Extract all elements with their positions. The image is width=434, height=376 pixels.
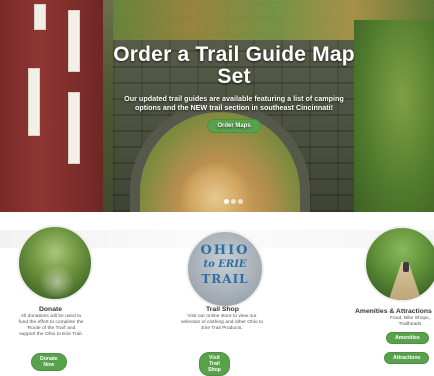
donate-description: All donations will be used to fund the e… xyxy=(18,314,84,337)
visit-trail-shop-button[interactable]: Visit Trail Shop xyxy=(199,352,230,376)
red-building-image xyxy=(0,0,103,212)
hero-subtitle: Our updated trail guides are available f… xyxy=(124,94,344,112)
logo-line: OHIO xyxy=(200,243,250,258)
trail-shop-description: Visit our online store to view our selec… xyxy=(180,314,264,331)
donate-photo xyxy=(17,225,93,301)
donate-now-button[interactable]: Donate Now xyxy=(31,353,67,371)
carousel-dot[interactable] xyxy=(238,199,243,204)
amenities-description: Food, Bike Shops, Trailheads xyxy=(390,316,430,327)
building-window xyxy=(28,68,40,136)
trail-shop-title: Trail Shop xyxy=(206,306,239,313)
amenities-button[interactable]: Amenities xyxy=(386,332,429,344)
logo-line: to ERIE xyxy=(203,259,247,270)
hero-banner: Order a Trail Guide Map Set Our updated … xyxy=(0,0,434,212)
hero-title: Order a Trail Guide Map Set xyxy=(113,43,355,88)
building-window xyxy=(34,4,46,30)
carousel-dots xyxy=(224,199,248,205)
logo-line: TRAIL xyxy=(201,272,249,286)
feature-strip: Donate All donations will be used to fun… xyxy=(0,212,434,376)
foliage-image xyxy=(354,20,434,212)
ohio-to-erie-trail-logo: OHIO to ERIE TRAIL xyxy=(186,230,264,308)
carousel-dot[interactable] xyxy=(231,199,236,204)
amenities-title: Amenities & Attractions xyxy=(355,308,432,315)
order-maps-button[interactable]: Order Maps xyxy=(207,119,261,133)
building-window xyxy=(68,92,80,164)
hero-copy: Order a Trail Guide Map Set Our updated … xyxy=(104,44,364,133)
attractions-button[interactable]: Attractions xyxy=(384,352,430,364)
trail-photo xyxy=(364,226,434,302)
building-window xyxy=(68,10,80,72)
donate-title: Donate xyxy=(39,306,63,313)
carousel-dot[interactable] xyxy=(224,199,229,204)
